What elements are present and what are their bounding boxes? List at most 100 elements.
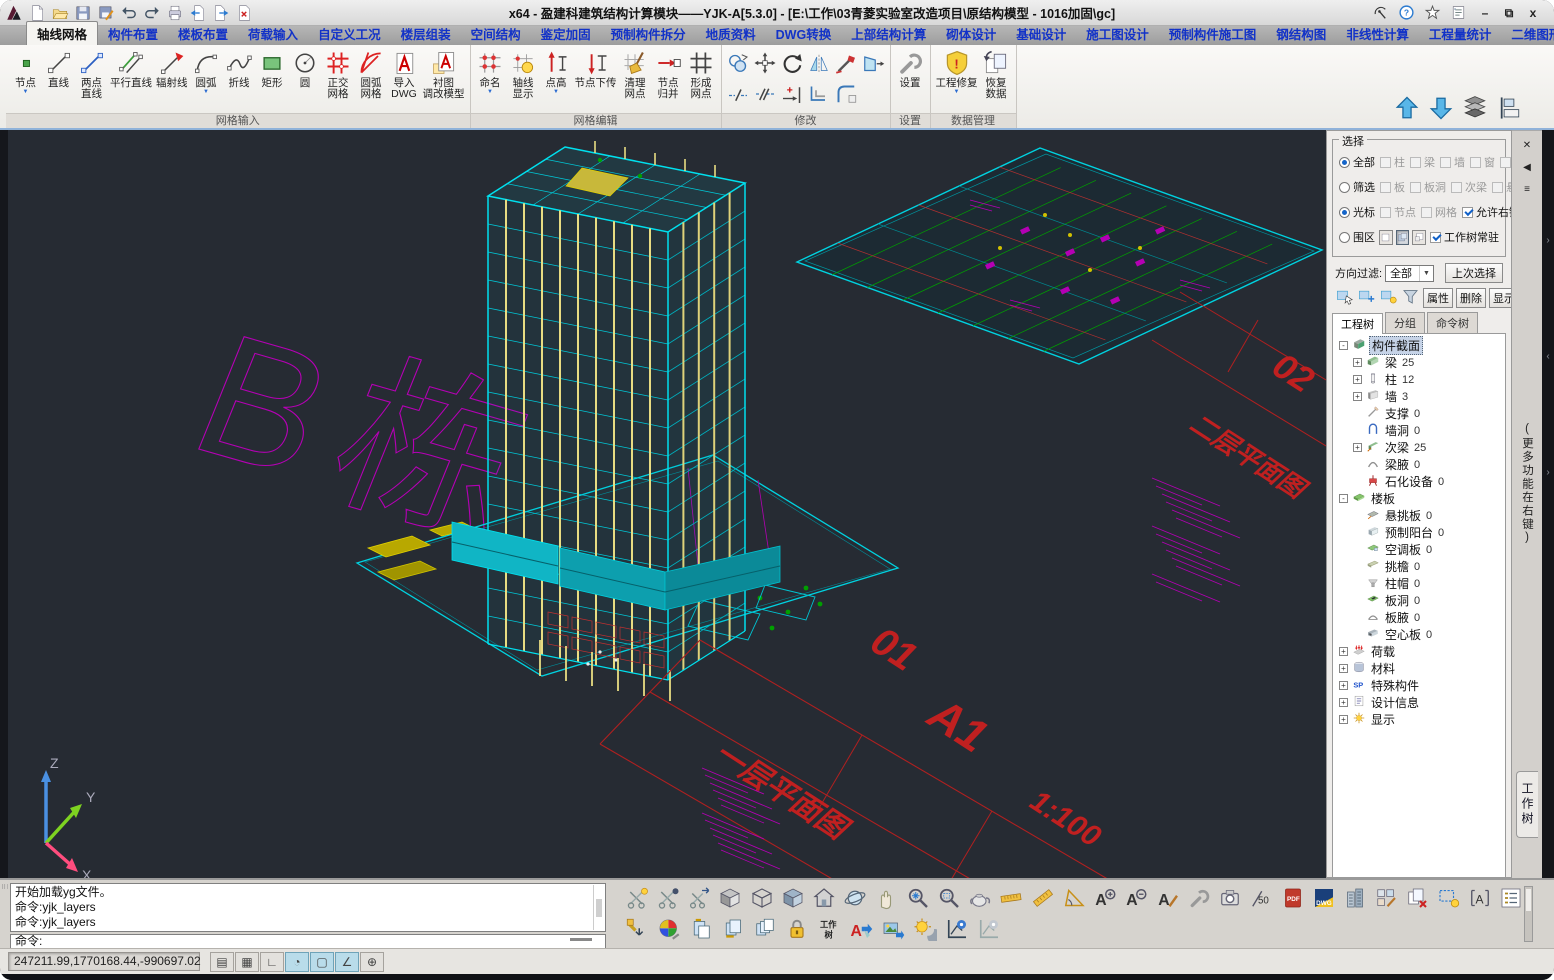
tab-砌体设计[interactable]: 砌体设计 — [936, 22, 1006, 45]
save-edit-button[interactable] — [96, 3, 116, 23]
radio-光标[interactable] — [1339, 207, 1350, 218]
cut-switch-button[interactable] — [686, 885, 711, 911]
cube-shaded-button[interactable] — [718, 885, 743, 911]
tree-item-支撑[interactable]: 支撑0 — [1333, 405, 1505, 422]
license-button[interactable] — [1370, 3, 1390, 23]
sel-remove-button[interactable] — [1379, 287, 1398, 309]
radio-围区[interactable] — [1339, 232, 1350, 243]
expand-icon[interactable]: + — [1339, 698, 1348, 707]
tree-item-空心板[interactable]: 空心板0 — [1333, 626, 1505, 643]
select-mode-window-button[interactable] — [1379, 230, 1393, 245]
paste-two-button[interactable] — [720, 916, 746, 942]
tree-item-荷载[interactable]: +荷载 — [1333, 643, 1505, 660]
tree-item-楼板[interactable]: -楼板 — [1333, 490, 1505, 507]
command-history[interactable]: 开始加载yg文件。命令:yjk_layers命令:yjk_layers — [10, 883, 606, 932]
tab-上部结构计算[interactable]: 上部结构计算 — [841, 22, 936, 45]
tree-item-板腋[interactable]: 板腋0 — [1333, 609, 1505, 626]
tree-item-柱帽[interactable]: 柱帽0 — [1333, 575, 1505, 592]
ribbon-button-直线[interactable]: 直线 — [42, 47, 75, 90]
text-frame-button[interactable]: A — [1467, 885, 1492, 911]
tab-楼层组装[interactable]: 楼层组装 — [391, 22, 461, 45]
ribbon-button-m-break2[interactable] — [753, 82, 777, 109]
ribbon-button-衬图调改模型[interactable]: 衬图调改模型 — [421, 47, 467, 101]
filter-funnel-button[interactable] — [1401, 287, 1420, 309]
chart-gear-off-button[interactable] — [976, 916, 1002, 942]
tab-构件布置[interactable]: 构件布置 — [98, 22, 168, 45]
checkbox-悬挑板[interactable] — [1492, 182, 1503, 193]
tree-item-板洞[interactable]: 板洞0 — [1333, 592, 1505, 609]
ribbon-button-m-stretch[interactable] — [861, 51, 885, 78]
tab-轴线网格[interactable]: 轴线网格 — [26, 21, 98, 45]
tab-二维图形编辑[interactable]: 二维图形编辑 — [1501, 22, 1554, 45]
snapshot-button[interactable] — [1217, 885, 1242, 911]
checkbox-板洞[interactable] — [1410, 182, 1421, 193]
save-button[interactable] — [73, 3, 93, 23]
panel-tab-分组[interactable]: 分组 — [1385, 312, 1425, 333]
cut-day-button[interactable] — [624, 885, 649, 911]
direction-filter-select[interactable]: 全部▼ — [1385, 265, 1434, 282]
cube-wire-button[interactable] — [749, 885, 774, 911]
ribbon-button-m-erase[interactable] — [834, 51, 858, 78]
drawing-canvas[interactable]: B栋02二层平面图01A11:100一层平面图ZYX — [8, 130, 1326, 878]
radio-全部[interactable] — [1339, 157, 1350, 168]
tab-荷载输入[interactable]: 荷载输入 — [238, 22, 308, 45]
ribbon-button-导入DWG[interactable]: 导入DWG — [388, 47, 421, 101]
checkbox-柱[interactable] — [1380, 157, 1391, 168]
panel-close-button[interactable]: ✕ — [1518, 137, 1536, 153]
sel-new-button[interactable] — [1335, 287, 1354, 309]
open-file-button[interactable] — [50, 3, 70, 23]
building-view-button[interactable] — [1342, 885, 1367, 911]
tree-item-石化设备[interactable]: 石化设备0 — [1333, 473, 1505, 490]
page-import-button[interactable] — [188, 3, 208, 23]
ribbon-button-点高[interactable]: 点高▼ — [540, 47, 573, 97]
tree-item-悬挑板[interactable]: 悬挑板0 — [1333, 507, 1505, 524]
splitter-arrow-icon[interactable]: ‹ — [1546, 351, 1549, 362]
ribbon-button-折线[interactable]: 折线 — [223, 47, 256, 90]
ribbon-button-圆弧[interactable]: 圆弧▼ — [190, 47, 223, 97]
worktree-toggle-button[interactable]: 工作树 — [816, 916, 842, 942]
ribbon-button-两点直线[interactable]: 两点直线 — [75, 47, 108, 101]
tree-item-次梁[interactable]: +次梁25 — [1333, 439, 1505, 456]
favorites-button[interactable] — [1422, 3, 1442, 23]
command-scrollbar[interactable] — [593, 885, 604, 930]
checkbox-墙[interactable] — [1440, 157, 1451, 168]
export-pdf-button[interactable]: PDF — [1280, 885, 1305, 911]
panel-dock-icon[interactable]: ◀ — [1518, 159, 1536, 175]
list-view-button[interactable] — [1499, 885, 1524, 911]
tree-item-墙洞[interactable]: 墙洞0 — [1333, 422, 1505, 439]
ribbon-button-m-move[interactable] — [753, 51, 777, 78]
ribbon-button-m-extend[interactable] — [780, 82, 804, 109]
ribbon-button-圆[interactable]: 圆 — [289, 47, 322, 90]
redo-button[interactable] — [142, 3, 162, 23]
tree-item-墙[interactable]: +墙3 — [1333, 388, 1505, 405]
checkbox-板[interactable] — [1380, 182, 1391, 193]
expand-icon[interactable]: + — [1353, 392, 1362, 401]
orbit-button[interactable] — [843, 885, 868, 911]
new-file-button[interactable] — [27, 3, 47, 23]
undo-button[interactable] — [119, 3, 139, 23]
zoom-window-button[interactable] — [936, 885, 961, 911]
tree-item-设计信息[interactable]: +设计信息 — [1333, 694, 1505, 711]
ribbon-button-清理网点[interactable]: 清理网点 — [619, 47, 652, 101]
checkbox-梁[interactable] — [1410, 157, 1421, 168]
tab-空间结构[interactable]: 空间结构 — [461, 22, 531, 45]
command-input[interactable]: 命令: — [10, 934, 606, 949]
polar-toggle[interactable]: ◔ — [285, 952, 309, 972]
story-align-button[interactable] — [1496, 95, 1522, 124]
tab-钢结构图[interactable]: 钢结构图 — [1266, 22, 1336, 45]
close-button[interactable]: x — [1522, 4, 1544, 22]
tab-基础设计[interactable]: 基础设计 — [1006, 22, 1076, 45]
color-wheel-button[interactable] — [656, 916, 682, 942]
tree-item-构件截面[interactable]: -构件截面 — [1333, 337, 1505, 354]
measure-angle-button[interactable] — [1061, 885, 1086, 911]
checkbox-网格[interactable] — [1421, 207, 1432, 218]
ribbon-button-辐射线[interactable]: 辐射线 — [154, 47, 190, 90]
angle-50-button[interactable]: 50 — [1249, 885, 1274, 911]
collapse-icon[interactable]: - — [1339, 494, 1348, 503]
checkbox-节点[interactable] — [1380, 207, 1391, 218]
tree-item-梁腋[interactable]: 梁腋0 — [1333, 456, 1505, 473]
checkbox-次梁[interactable] — [1451, 182, 1462, 193]
tree-item-空调板[interactable]: 空调板0 — [1333, 541, 1505, 558]
checkbox-窗[interactable] — [1470, 157, 1481, 168]
copy-delete-button[interactable] — [1405, 885, 1430, 911]
